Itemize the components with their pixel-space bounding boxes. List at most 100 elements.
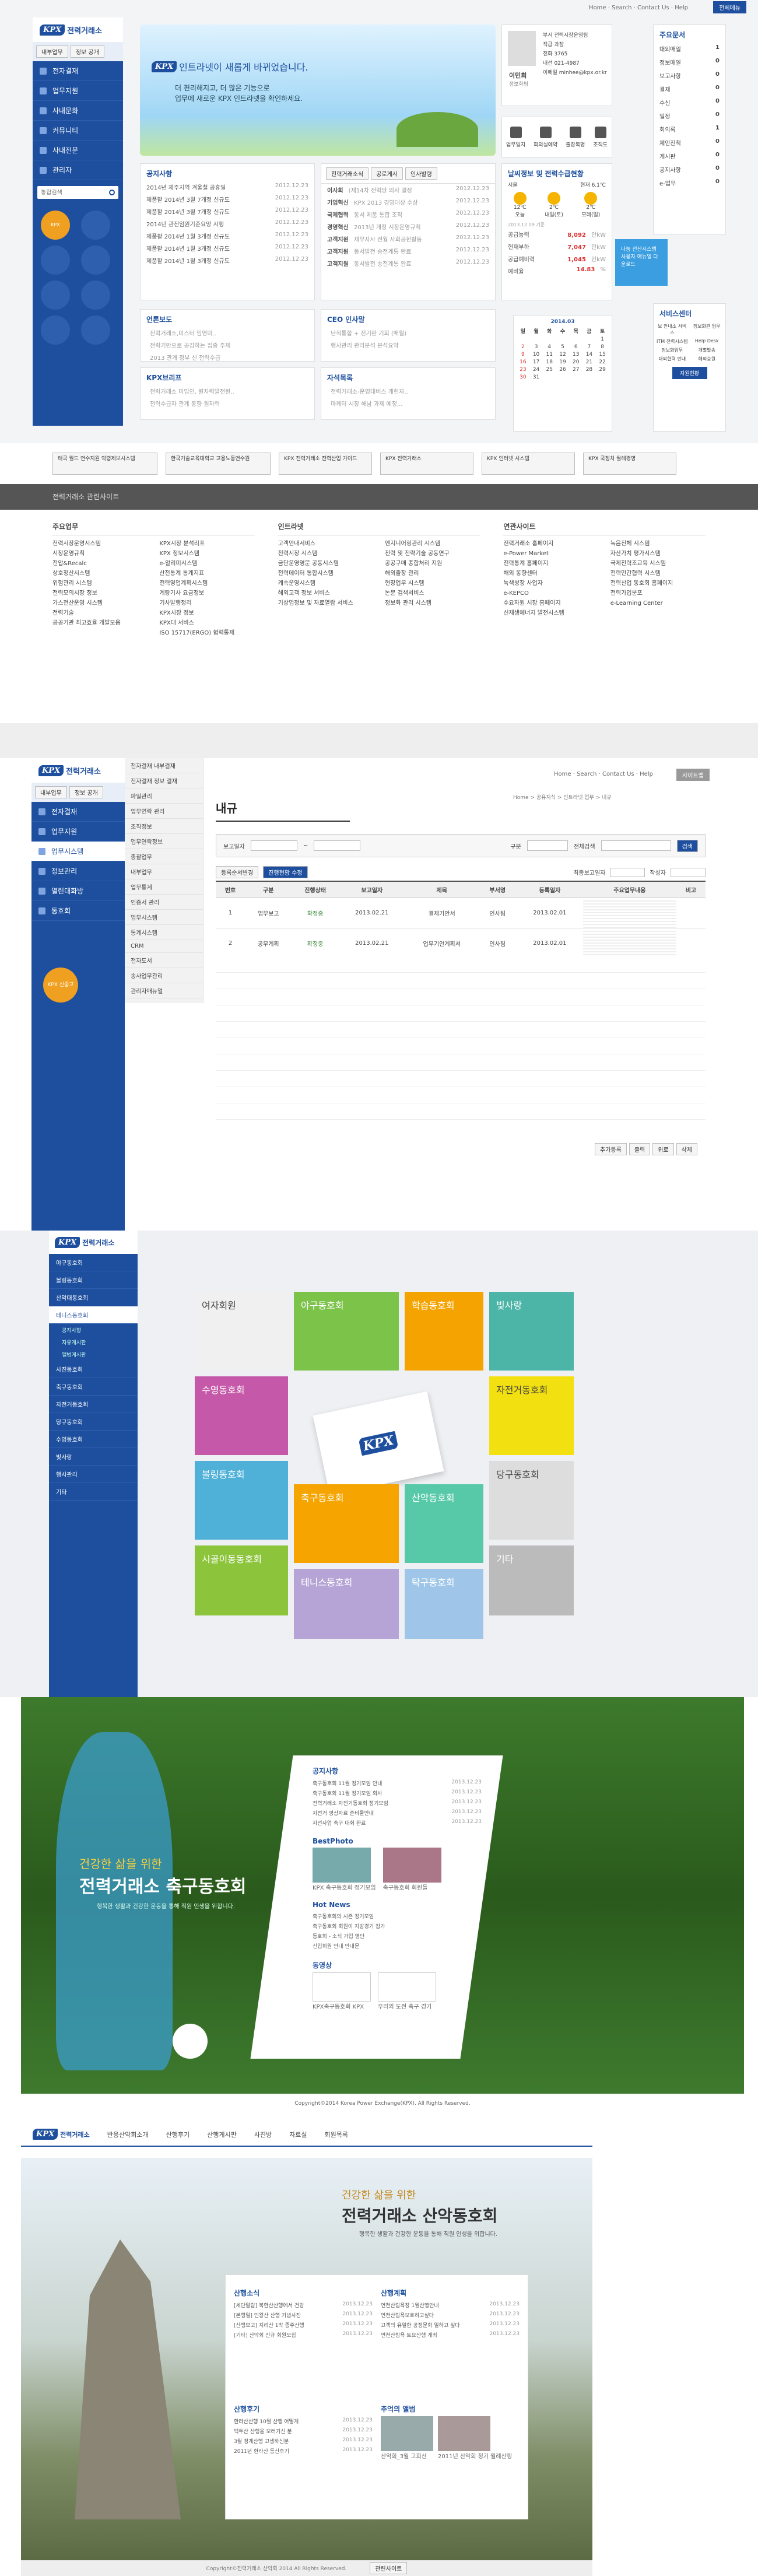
list-item[interactable]: 이사회 (제14차 전력당 의사 결정 2012.12.23: [321, 184, 495, 196]
banner-link[interactable]: KPX 전력거래소 전력산업 가이드: [279, 453, 372, 475]
kpx-badge[interactable]: KPX: [41, 211, 70, 240]
calendar-day[interactable]: [557, 337, 568, 342]
calendar-day[interactable]: 24: [531, 367, 542, 373]
sitemap-button[interactable]: 사이트맵: [676, 769, 710, 781]
circle-icon[interactable]: [80, 246, 110, 275]
quick-info[interactable]: 정보 공개: [69, 786, 103, 798]
club-submenu-item[interactable]: 공지사항: [49, 1324, 138, 1336]
circle-icon[interactable]: [80, 316, 110, 345]
right-list-item[interactable]: 게시판 0: [654, 149, 725, 163]
logo[interactable]: KPX 전력거래소: [49, 1231, 138, 1254]
quick-internal[interactable]: 내부업무: [36, 45, 68, 58]
sitemap-link[interactable]: KPX시장 정보: [159, 608, 254, 618]
sitemap-link[interactable]: 공공기관 최고효율 개발모음: [52, 618, 148, 628]
sitemap-link[interactable]: 전력영업계획시스템: [159, 579, 254, 588]
menu-item[interactable]: 열린대화방: [31, 881, 125, 901]
sitemap-link[interactable]: KPX 정보시스템: [159, 549, 254, 559]
club-menu-item[interactable]: 자전거동호회: [49, 1396, 138, 1413]
tile-light[interactable]: 빛사랑: [489, 1292, 574, 1371]
service-link[interactable]: 대외협력 안내: [656, 356, 689, 362]
calendar-day[interactable]: 2: [517, 344, 529, 350]
club-menu-item[interactable]: 산악대동호회: [49, 1289, 138, 1306]
shortcut[interactable]: 업무일지: [506, 126, 525, 148]
calendar-day[interactable]: 29: [596, 367, 608, 373]
print-button[interactable]: 출력: [629, 1143, 651, 1155]
photo-card[interactable]: KPX 축구동호회 정기모임: [313, 1848, 376, 1891]
date-to[interactable]: [314, 840, 361, 851]
tab-item[interactable]: 자료실: [289, 2130, 307, 2139]
tab-item[interactable]: 회원목록: [324, 2130, 348, 2139]
calendar-day[interactable]: 19: [557, 359, 568, 365]
sitemap-link[interactable]: 해외 동향센터: [503, 569, 598, 579]
tile-hiking[interactable]: 산악동호회: [405, 1484, 483, 1563]
calendar-day[interactable]: 15: [596, 352, 608, 358]
club-submenu-item[interactable]: 앨범게시판: [49, 1348, 138, 1361]
list-item[interactable]: 백두산 산행을 보러가신 분 2013.12.23: [234, 2426, 373, 2436]
sitemap-link[interactable]: ISO 15717(ERGO) 협력통제: [159, 628, 254, 638]
video-card[interactable]: KPX축구동호회 KPX: [313, 1972, 371, 2010]
calendar-day[interactable]: 23: [517, 367, 529, 373]
sitemap-link[interactable]: e-Power Market: [503, 549, 598, 559]
menu-item[interactable]: 업무지원: [31, 822, 125, 842]
right-list-item[interactable]: 결재 0: [654, 82, 725, 96]
search-button[interactable]: 검색: [676, 839, 698, 852]
list-item[interactable]: 2013 관계 정부 신 전력수급: [141, 351, 314, 363]
list-item[interactable]: 고객지원 동서발전 송전계통 완료 2012.12.23: [321, 245, 495, 257]
add-button[interactable]: 추가등록: [595, 1143, 627, 1155]
calendar-day[interactable]: [531, 337, 542, 342]
sitemap-link[interactable]: 수요자원 시장 홈페이지: [503, 598, 598, 608]
calendar-day[interactable]: 13: [570, 352, 582, 358]
submenu-item[interactable]: CRM: [125, 940, 203, 953]
tab-personnel[interactable]: 인사발령: [405, 167, 437, 180]
sitemap-link[interactable]: 가스전산운영 시스템: [52, 598, 148, 608]
submenu-item[interactable]: 관리자매뉴얼: [125, 983, 203, 998]
shortcut[interactable]: 회의실예약: [534, 126, 557, 148]
calendar-day[interactable]: 6: [570, 344, 582, 350]
sitemap-link[interactable]: e-Learning Center: [610, 598, 706, 608]
calendar-day[interactable]: 25: [543, 367, 555, 373]
menu-item[interactable]: 정보관리: [31, 861, 125, 881]
submenu-item[interactable]: 총괄업무: [125, 849, 203, 864]
quick-internal[interactable]: 내부업무: [35, 786, 67, 798]
right-list-item[interactable]: e-업무 0: [654, 176, 725, 190]
menu-item[interactable]: 사내전문: [33, 141, 123, 160]
photo-card[interactable]: 축구동호회 회원들: [382, 1848, 441, 1891]
menu-item[interactable]: 업무시스템: [31, 842, 125, 861]
tab-order[interactable]: 등록순서변경: [216, 866, 259, 878]
banner-link[interactable]: 태국 월드 연수지원 악령제보시스템: [52, 453, 157, 475]
list-item[interactable]: 축구동호회의 시즌 정기모임: [313, 1911, 482, 1921]
service-link[interactable]: 보 안내소 서비스: [656, 323, 689, 336]
menu-item[interactable]: 업무지원: [33, 81, 123, 101]
tab-news[interactable]: 전력거래소식: [326, 167, 369, 180]
list-item[interactable]: 행사관리 관리분석 분석요약: [321, 339, 495, 351]
submenu-item[interactable]: 전자결재 정보 결재: [125, 773, 203, 788]
calendar-day[interactable]: 28: [584, 367, 595, 373]
tile-study[interactable]: 학습동호회: [405, 1292, 483, 1371]
right-list-item[interactable]: 일정 0: [654, 109, 725, 122]
sitemap-link[interactable]: 전력가입분포: [610, 588, 706, 598]
calendar-day[interactable]: 1: [596, 337, 608, 342]
calendar-day[interactable]: 22: [596, 359, 608, 365]
right-list-item[interactable]: 공지사항 0: [654, 163, 725, 176]
list-item[interactable]: 한라산산행 10월 산행 어떻게 2013.12.23: [234, 2416, 373, 2426]
sitemap-link[interactable]: 전력시장운영시스템: [52, 539, 148, 549]
list-item[interactable]: [기타] 산악회 신규 회원모집 2013.12.23: [234, 2330, 373, 2340]
list-item[interactable]: 전력거래소 자전거동호회 정기모임 2013.12.23: [313, 1798, 482, 1808]
sitemap-link[interactable]: 전압&Recalc: [52, 559, 148, 569]
list-item[interactable]: 고객지원 재무자사 전월 사회공헌활동 2012.12.23: [321, 233, 495, 245]
menu-item[interactable]: 전자결재: [31, 802, 125, 822]
calendar-day[interactable]: [570, 337, 582, 342]
tile-baseball[interactable]: 야구동호회: [294, 1292, 399, 1371]
hero-banner[interactable]: KPX 인트라넷이 새롭게 바뀌었습니다. 더 편리해지고, 더 많은 기능으로 …: [140, 24, 496, 156]
service-link[interactable]: Help Desk: [691, 338, 724, 345]
tile-billiard[interactable]: 당구동호회: [489, 1461, 574, 1540]
club-menu-item[interactable]: 축구동호회: [49, 1378, 138, 1396]
search-input[interactable]: [41, 189, 105, 196]
calendar-day[interactable]: 30: [517, 374, 529, 380]
submenu-item[interactable]: 인증서 관리: [125, 895, 203, 910]
shortcut[interactable]: 조직도: [593, 126, 608, 148]
table-row[interactable]: 1 업무보고 확정중 2013.02.21 결제기안서 인사팀 2013.02.01: [216, 898, 706, 928]
fullmenu-button[interactable]: 전체메뉴: [713, 1, 746, 13]
club-menu-item[interactable]: 야구동호회: [49, 1254, 138, 1271]
keyword-input[interactable]: [601, 840, 671, 851]
